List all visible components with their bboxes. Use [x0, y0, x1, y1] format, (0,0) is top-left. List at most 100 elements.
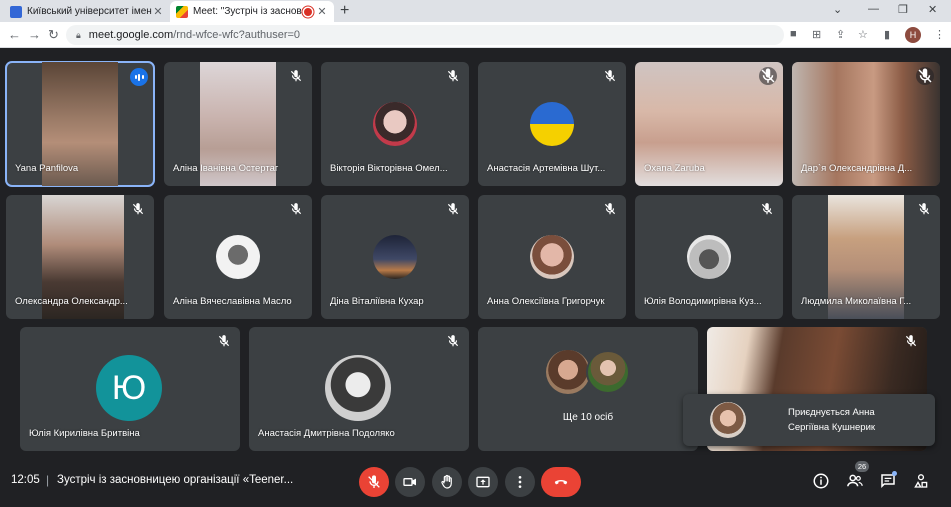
camera-toggle-button[interactable]	[395, 467, 425, 497]
participant-tile[interactable]: Аліна Вячеславівна Масло	[164, 195, 312, 319]
participant-avatar	[530, 235, 574, 279]
more-options-button[interactable]	[505, 467, 535, 497]
participant-tile[interactable]: Oxana Zaruba	[635, 62, 783, 186]
participant-tile[interactable]: Анна Олексіївна Григорчук	[478, 195, 626, 319]
mic-off-icon	[604, 70, 616, 82]
minimize-icon[interactable]: —	[868, 3, 879, 15]
mic-off-icon	[218, 335, 230, 347]
url-host: meet.google.com	[88, 29, 174, 41]
present-icon	[476, 476, 490, 488]
participant-avatar	[687, 235, 731, 279]
activities-icon	[914, 474, 928, 488]
people-button[interactable]	[845, 471, 865, 491]
participant-tile[interactable]: Анастасія Артемівна Шут...	[478, 62, 626, 186]
browser-menu-icon[interactable]: ⋮	[934, 28, 945, 41]
participant-name: Анастасія Дмитрівна Подоляко	[258, 428, 395, 439]
join-notification-text: Приєднується Анна Сергіївна Кушнерик	[788, 407, 876, 433]
tab-meet[interactable]: Meet: "Зустріч із засновниц ✕	[170, 1, 334, 22]
hangup-icon	[554, 480, 568, 485]
participant-tile[interactable]: Аліна Іванівна Остертаг	[164, 62, 312, 186]
participant-tile[interactable]: Yana Panfilova	[5, 61, 155, 187]
leave-call-button[interactable]	[541, 467, 581, 497]
microphone-toggle-button[interactable]	[359, 467, 389, 497]
participant-tile[interactable]: Анастасія Дмитрівна Подоляко	[249, 327, 469, 451]
close-tab-icon[interactable]: ✕	[316, 5, 328, 18]
more-vert-icon	[518, 476, 522, 488]
present-screen-button[interactable]	[468, 467, 498, 497]
mic-off-icon	[916, 67, 934, 85]
participant-tile[interactable]: Ю Юлія Кирилівна Бритвіна	[20, 327, 240, 451]
participant-tile[interactable]: Олександра Олександр...	[6, 195, 154, 319]
mic-off-icon	[447, 203, 459, 215]
raise-hand-button[interactable]	[432, 467, 462, 497]
address-bar: ← → ↻ 🔒︎ meet.google.com/rnd-wfce-wfc?au…	[0, 22, 951, 48]
meet-favicon-icon	[176, 5, 188, 18]
forward-icon[interactable]: →	[28, 27, 41, 42]
camera-icon	[403, 478, 416, 486]
participant-avatar	[586, 350, 630, 394]
browser-tab-bar: Київський університет імені Бор ✕ Meet: …	[0, 0, 951, 22]
close-window-icon[interactable]: ✕	[928, 3, 937, 16]
mic-off-icon	[761, 203, 773, 215]
participant-avatar	[546, 350, 590, 394]
mic-off-icon	[368, 475, 380, 488]
participant-name: Дар`я Олександрівна Д...	[801, 163, 913, 174]
activities-button[interactable]	[911, 471, 931, 491]
mic-off-icon	[447, 70, 459, 82]
hand-icon	[441, 474, 452, 489]
tab-university[interactable]: Київський університет імені Бор ✕	[4, 1, 170, 22]
participant-avatar	[530, 102, 574, 146]
translate-icon[interactable]: ⊞	[812, 28, 821, 41]
participant-name: Людмила Миколаївна Г...	[801, 296, 912, 307]
recording-icon	[304, 7, 312, 16]
back-icon[interactable]: ←	[8, 27, 21, 42]
participant-name: Вікторія Вікторівна Омел...	[330, 163, 448, 174]
participant-avatar	[216, 235, 260, 279]
participant-tile[interactable]: Людмила Миколаївна Г...	[792, 195, 940, 319]
profile-avatar[interactable]: H	[905, 27, 921, 43]
lock-icon: 🔒︎	[76, 29, 81, 40]
participant-tile[interactable]: Діна Віталіївна Кухар	[321, 195, 469, 319]
bookmark-star-icon[interactable]: ☆	[858, 28, 868, 41]
mic-off-icon	[918, 203, 930, 215]
participant-avatar: Ю	[96, 355, 162, 421]
mic-off-icon	[290, 70, 302, 82]
participant-tile[interactable]: Дар`я Олександрівна Д...	[792, 62, 940, 186]
participant-tile[interactable]: Вікторія Вікторівна Омел...	[321, 62, 469, 186]
mic-off-icon	[290, 203, 302, 215]
mic-off-icon	[905, 335, 917, 347]
participant-name: Аліна Вячеславівна Масло	[173, 296, 292, 307]
participant-name: Oxana Zaruba	[644, 163, 705, 174]
joining-participant-avatar	[710, 402, 746, 438]
participant-name: Юлія Кирилівна Бритвіна	[29, 428, 140, 439]
tab-title: Meet: "Зустріч із засновниц	[193, 6, 304, 17]
reload-icon[interactable]: ↻	[48, 27, 59, 43]
participant-name: Анастасія Артемівна Шут...	[487, 163, 606, 174]
people-icon	[847, 474, 863, 487]
university-favicon-icon	[10, 5, 22, 18]
join-notification[interactable]: Приєднується Анна Сергіївна Кушнерик	[683, 394, 935, 446]
more-participants-tile[interactable]: Ще 10 осіб	[478, 327, 698, 451]
side-panel-icon[interactable]: ▮	[884, 28, 890, 41]
tab-search-icon[interactable]: ⌄	[833, 3, 842, 16]
meeting-details-button[interactable]	[811, 471, 831, 491]
close-tab-icon[interactable]: ✕	[152, 5, 164, 18]
meeting-controls-bar: 12:05 | Зустріч із засновницею організац…	[0, 458, 951, 507]
participant-avatar	[325, 355, 391, 421]
more-participants-label: Ще 10 осіб	[562, 412, 614, 423]
camera-in-use-icon[interactable]: ■	[790, 28, 797, 40]
title-separator: |	[46, 473, 50, 487]
info-icon	[813, 473, 829, 489]
share-icon[interactable]: ⇪	[836, 28, 845, 41]
participant-name: Олександра Олександр...	[15, 296, 128, 307]
mic-off-icon	[759, 67, 777, 85]
url-field[interactable]: 🔒︎ meet.google.com/rnd-wfce-wfc?authuser…	[66, 25, 784, 45]
participant-name: Діна Віталіївна Кухар	[330, 296, 424, 307]
mic-off-icon	[132, 203, 144, 215]
participant-name: Yana Panfilova	[15, 163, 79, 174]
new-tab-icon[interactable]: +	[340, 2, 349, 20]
restore-icon[interactable]: ❐	[898, 3, 908, 16]
participant-tile[interactable]: Юлія Володимирівна Куз...	[635, 195, 783, 319]
participant-avatar	[373, 235, 417, 279]
mic-off-icon	[447, 335, 459, 347]
